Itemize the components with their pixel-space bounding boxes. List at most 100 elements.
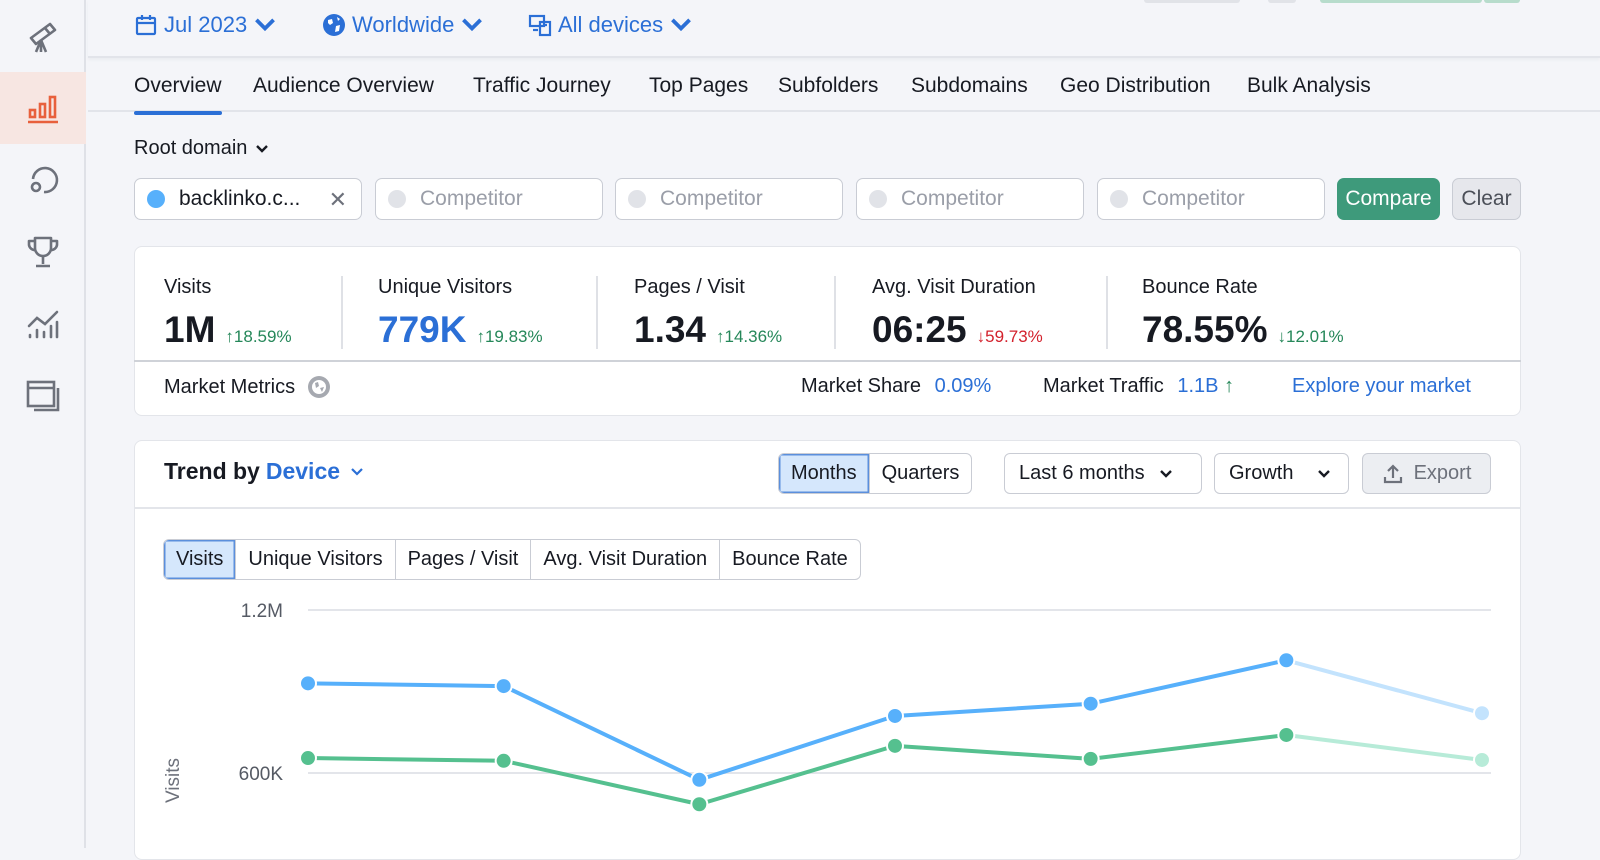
- series-segment-desktop: [306, 681, 506, 689]
- sidebar-item-traffic[interactable]: [0, 72, 86, 144]
- mode-dropdown-value: Growth: [1229, 462, 1294, 484]
- series-segment-mobile: [893, 743, 1093, 761]
- metric-delta: ↑19.83%: [476, 327, 543, 346]
- device-filter-label: All devices: [558, 12, 664, 37]
- series-segment-desktop: [893, 701, 1093, 718]
- visits-trend-chart: 1.2M 600K Visits: [163, 601, 1491, 814]
- metric-unique-visitors[interactable]: Unique Visitors 779K ↑19.83%: [378, 276, 543, 351]
- metric-visits[interactable]: Visits 1M ↑18.59%: [164, 276, 292, 351]
- sidebar-item-windows[interactable]: [0, 360, 86, 432]
- market-traffic-value[interactable]: 1.1B: [1177, 375, 1218, 397]
- competitor-input-1[interactable]: Competitor: [375, 178, 603, 220]
- y-tick-label: 600K: [239, 764, 284, 785]
- chart-tab-avg-visit-duration[interactable]: Avg. Visit Duration: [531, 540, 721, 579]
- competitor-input-4[interactable]: Competitor: [1097, 178, 1325, 220]
- trend-chart-icon: [27, 310, 59, 339]
- series-segment-desktop: [697, 713, 897, 782]
- sidebar-item-trophy[interactable]: [0, 216, 86, 288]
- root-domain-dropdown[interactable]: Root domain: [134, 137, 269, 160]
- primary-domain-input[interactable]: backlinko.c... ✕: [134, 178, 362, 220]
- data-point-desktop: [690, 770, 709, 789]
- chevron-down-icon[interactable]: [350, 465, 364, 479]
- chevron-down-icon: [1318, 469, 1331, 478]
- telescope-icon: [29, 22, 57, 53]
- metric-bounce-rate[interactable]: Bounce Rate 78.55% ↓12.01%: [1142, 276, 1344, 351]
- tab-top-pages[interactable]: Top Pages: [649, 74, 748, 98]
- period-months[interactable]: Months: [779, 454, 870, 493]
- series-segment-desktop: [1088, 658, 1289, 706]
- chart-tab-pages-per-visit[interactable]: Pages / Visit: [396, 540, 532, 579]
- clear-button[interactable]: Clear: [1452, 178, 1521, 220]
- tab-traffic-journey[interactable]: Traffic Journey: [473, 74, 611, 98]
- tab-subfolders[interactable]: Subfolders: [778, 74, 878, 98]
- primary-domain-value: backlinko.c...: [179, 187, 301, 210]
- root-domain-label: Root domain: [134, 137, 248, 159]
- top-cutoff-button: [1268, 0, 1296, 3]
- metric-label: Visits: [164, 276, 212, 298]
- date-filter-label: Jul 2023: [164, 12, 248, 37]
- competitor-placeholder: Competitor: [901, 187, 1004, 210]
- windows-icon: [26, 380, 60, 412]
- period-quarters[interactable]: Quarters: [870, 454, 972, 493]
- compare-button[interactable]: Compare: [1337, 178, 1440, 220]
- tab-overview[interactable]: Overview: [134, 74, 222, 115]
- chevron-down-icon: [1159, 469, 1172, 478]
- mode-dropdown[interactable]: Growth: [1214, 453, 1349, 494]
- market-share: Market Share 0.09%: [801, 375, 991, 398]
- domain-color-dot: [1110, 190, 1128, 208]
- chart-tab-bounce-rate[interactable]: Bounce Rate: [720, 540, 860, 579]
- metric-value: 1.34: [634, 309, 707, 350]
- market-traffic-label: Market Traffic: [1043, 375, 1164, 397]
- competitor-input-3[interactable]: Competitor: [856, 178, 1084, 220]
- region-filter[interactable]: Worldwide: [322, 12, 484, 38]
- range-dropdown[interactable]: Last 6 months: [1004, 453, 1202, 494]
- tab-geo-distribution[interactable]: Geo Distribution: [1060, 74, 1211, 98]
- explore-market-link[interactable]: Explore your market: [1292, 375, 1471, 398]
- arrow-up-icon: ↑: [1224, 375, 1235, 397]
- market-share-label: Market Share: [801, 375, 922, 397]
- data-point-desktop: [1081, 694, 1100, 713]
- date-filter[interactable]: Jul 2023: [134, 12, 277, 38]
- divider: [341, 276, 343, 349]
- series-segment-mobile: [697, 743, 897, 807]
- sidebar-item-pie[interactable]: [0, 144, 86, 216]
- metric-value: 1M: [164, 309, 216, 350]
- range-dropdown-value: Last 6 months: [1019, 462, 1145, 484]
- chevron-down-icon: [462, 18, 483, 32]
- sidebar-item-research[interactable]: [0, 0, 86, 72]
- domain-color-dot: [388, 190, 406, 208]
- market-share-value[interactable]: 0.09%: [935, 375, 992, 397]
- tab-subdomains[interactable]: Subdomains: [911, 74, 1028, 98]
- export-button[interactable]: Export: [1362, 453, 1491, 494]
- tab-audience-overview[interactable]: Audience Overview: [253, 74, 434, 98]
- chart-tab-visits[interactable]: Visits: [164, 540, 237, 579]
- trophy-icon: [27, 236, 59, 268]
- pie-chart-icon: [30, 166, 59, 194]
- globe-icon[interactable]: [307, 375, 331, 399]
- metric-avg-visit-duration[interactable]: Avg. Visit Duration 06:25 ↓59.73%: [872, 276, 1043, 351]
- sidebar-item-trends[interactable]: [0, 288, 86, 360]
- chevron-down-icon: [256, 144, 269, 153]
- y-tick-label: 1.2M: [241, 601, 283, 622]
- trend-dimension-dropdown[interactable]: Device: [266, 458, 340, 485]
- sidebar: [0, 0, 86, 848]
- report-tabs: Overview Audience Overview Traffic Journ…: [88, 60, 1600, 115]
- data-point-desktop: [1473, 704, 1491, 723]
- data-point-mobile: [1277, 725, 1296, 744]
- chart-tab-unique-visitors[interactable]: Unique Visitors: [236, 540, 396, 579]
- divider: [596, 276, 598, 349]
- export-label: Export: [1413, 462, 1472, 484]
- metric-delta: ↑14.36%: [716, 327, 783, 346]
- market-traffic: Market Traffic 1.1B ↑: [1043, 375, 1234, 398]
- clear-domain-icon[interactable]: ✕: [329, 187, 347, 213]
- device-filter[interactable]: All devices: [528, 12, 693, 38]
- trend-title: Trend by Device: [164, 458, 364, 485]
- tab-bulk-analysis[interactable]: Bulk Analysis: [1247, 74, 1371, 98]
- competitor-input-2[interactable]: Competitor: [615, 178, 843, 220]
- metric-value[interactable]: 779K: [378, 309, 466, 351]
- series-segment-desktop: [1284, 658, 1484, 716]
- data-point-mobile: [1473, 750, 1491, 769]
- market-metrics-label: Market Metrics: [164, 375, 296, 398]
- metric-delta: ↑18.59%: [225, 327, 292, 346]
- metric-pages-per-visit[interactable]: Pages / Visit 1.34 ↑14.36%: [634, 276, 782, 351]
